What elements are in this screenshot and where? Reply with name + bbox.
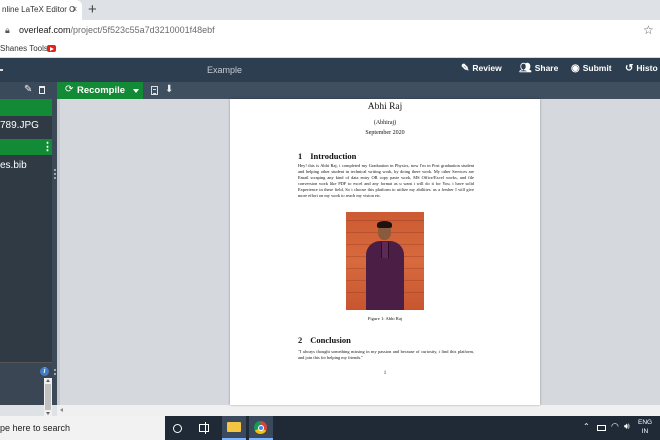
- section-heading-conclusion: 2 Conclusion: [298, 335, 351, 345]
- document-author: (Abhiraj): [373, 120, 397, 126]
- review-icon: ✎: [461, 63, 470, 74]
- file-item-jpg[interactable]: 789.JPG: [0, 120, 39, 131]
- input-language-indicator[interactable]: ENG IN: [638, 418, 652, 436]
- scroll-down-arrow-icon[interactable]: [46, 412, 50, 415]
- close-tab-icon[interactable]: ×: [72, 4, 77, 14]
- splitter-grip: [53, 177, 56, 179]
- scroll-thumb[interactable]: [45, 384, 51, 410]
- file-tree-header-row[interactable]: [0, 99, 57, 116]
- chrome-icon: [254, 421, 267, 434]
- review-button[interactable]: ✎ Review: [461, 63, 502, 74]
- recompile-button[interactable]: ⟳ Recompile: [57, 82, 144, 99]
- splitter-grip: [53, 369, 56, 371]
- section-heading-introduction: 1 Introduction: [298, 151, 357, 161]
- bookmark-star-icon[interactable]: ☆: [643, 23, 654, 37]
- photo-person-shirt: [381, 242, 389, 258]
- scroll-left-arrow-icon[interactable]: [60, 408, 63, 412]
- menu-icon[interactable]: [0, 69, 3, 71]
- url-text[interactable]: overleaf.com/project/5f523c55a7d3210001f…: [19, 25, 215, 35]
- bookmarks-bar: Shanes Tools: [0, 41, 660, 58]
- document-date: September 2020: [365, 130, 405, 136]
- battery-icon[interactable]: [597, 425, 606, 431]
- task-view-icon[interactable]: [199, 422, 209, 434]
- splitter-grip: [53, 169, 56, 171]
- recompile-options-caret-icon[interactable]: [133, 89, 139, 93]
- introduction-paragraph: Hey! this is Abhi Raj, i completed my Gr…: [298, 163, 474, 199]
- outline-scrollbar[interactable]: [44, 378, 52, 416]
- bookmark-shanes-tools[interactable]: Shanes Tools: [0, 44, 48, 53]
- pdf-horizontal-scrollbar[interactable]: [57, 405, 660, 416]
- pdf-viewer-left-border: [57, 99, 60, 405]
- address-bar[interactable]: 🔒︎ overleaf.com/project/5f523c55a7d32100…: [0, 20, 660, 41]
- info-icon[interactable]: i: [40, 367, 49, 376]
- refresh-icon: ⟳: [65, 84, 74, 95]
- file-tree-toolbar: ✎: [0, 82, 57, 99]
- delete-trash-icon[interactable]: [39, 86, 45, 94]
- project-name[interactable]: Example: [207, 65, 242, 75]
- browser-tab-overleaf[interactable]: nline LaTeX Editor O: [0, 0, 82, 20]
- network-icon[interactable]: ◠: [611, 421, 619, 432]
- youtube-icon[interactable]: [47, 45, 56, 52]
- share-button[interactable]: 👥︎ Share: [519, 63, 558, 74]
- search-placeholder: pe here to search: [0, 423, 71, 433]
- file-item-active[interactable]: ⋮: [0, 139, 57, 155]
- file-item-bib[interactable]: es.bib: [0, 160, 27, 171]
- pdf-page[interactable]: Abhi Raj (Abhiraj) September 2020 1 Intro…: [230, 99, 540, 405]
- new-tab-button[interactable]: +: [88, 1, 97, 18]
- page-number: 1: [383, 371, 387, 376]
- globe-icon: ◉: [571, 63, 580, 74]
- show-hidden-icons-caret-icon[interactable]: ⌃: [583, 422, 590, 431]
- logs-file-icon[interactable]: [151, 86, 158, 95]
- tab-title: nline LaTeX Editor O: [2, 5, 76, 14]
- users-icon: 👥︎: [519, 63, 532, 74]
- file-tree: 789.JPG ⋮ es.bib: [0, 99, 57, 405]
- taskbar-chrome[interactable]: [249, 416, 273, 440]
- history-icon: ↺: [625, 63, 634, 74]
- photo-person-hair: [377, 221, 392, 228]
- scroll-up-arrow-icon[interactable]: [46, 379, 50, 382]
- history-button[interactable]: ↺ Histo: [625, 63, 658, 74]
- document-title: Abhi Raj: [367, 102, 403, 112]
- splitter-grip: [53, 373, 56, 375]
- conclusion-paragraph: "I always thought something missing in m…: [298, 349, 474, 361]
- overleaf-toolbar: Example ✎ Review 👥︎ Share ◉ Submit ↺ Histo: [0, 58, 660, 82]
- folder-icon: [227, 422, 241, 432]
- taskbar-search-box[interactable]: pe here to search: [0, 416, 165, 440]
- lock-icon[interactable]: 🔒︎: [5, 25, 10, 36]
- submit-button[interactable]: ◉ Submit: [571, 63, 612, 74]
- profile-photo: [346, 212, 424, 310]
- rename-pencil-icon[interactable]: ✎: [24, 84, 32, 95]
- cortana-icon[interactable]: [173, 424, 182, 433]
- browser-tab-strip: nline LaTeX Editor O × +: [0, 0, 660, 20]
- pdf-toolbar: [57, 82, 660, 99]
- figure-caption: Figure 1: Abhi Raj: [367, 316, 403, 321]
- volume-icon[interactable]: 🔊︎: [624, 421, 630, 432]
- taskbar-file-explorer[interactable]: [222, 416, 246, 440]
- download-pdf-icon[interactable]: ⬇︎: [165, 84, 173, 95]
- splitter-grip: [53, 173, 56, 175]
